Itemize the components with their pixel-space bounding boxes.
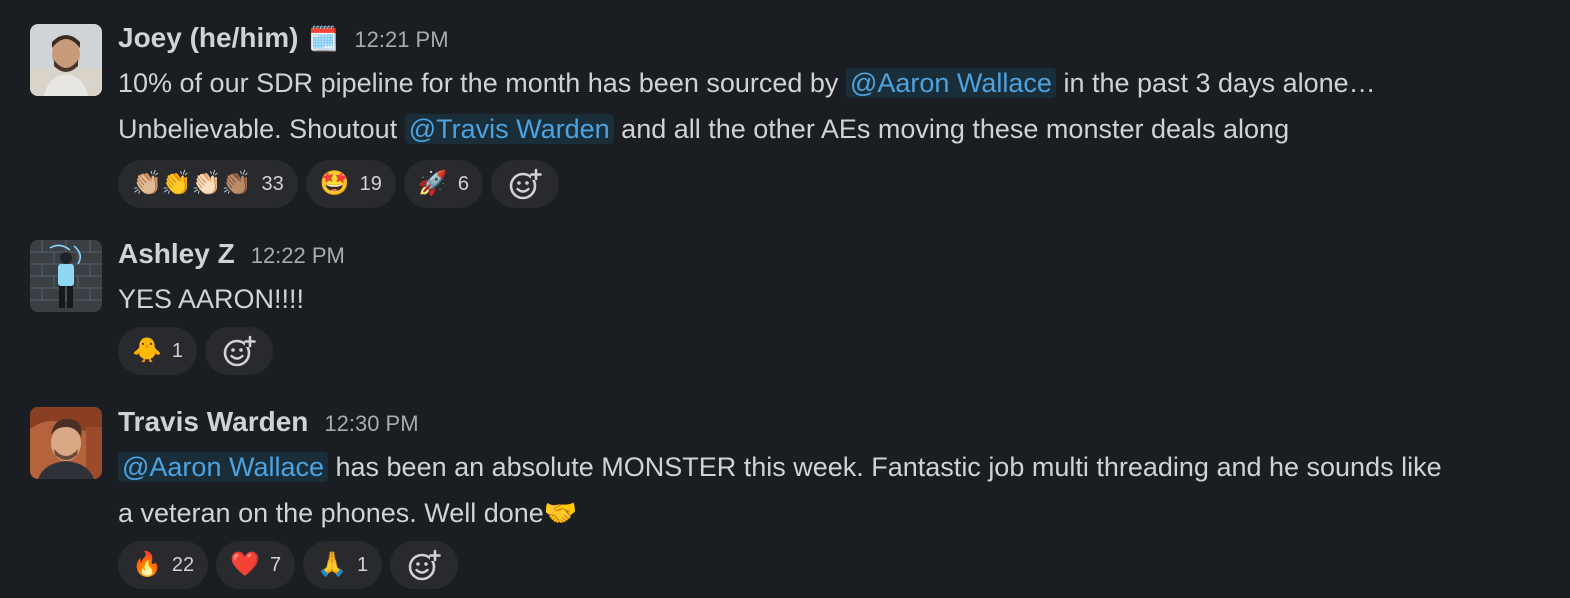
fire-emoji-icon: 🔥 <box>132 551 162 578</box>
mention-aaron-wallace[interactable]: @Aaron Wallace <box>118 452 328 482</box>
add-reaction-button[interactable] <box>390 541 459 589</box>
reactions-bar: 👏🏼👏👏🏻👏🏽 33 🤩 19 🚀 6 <box>118 160 559 208</box>
avatar[interactable] <box>30 407 102 479</box>
text-segment: 10% of our SDR pipeline for the month ha… <box>118 68 846 98</box>
reaction-count: 33 <box>261 172 284 195</box>
author-name[interactable]: Ashley Z <box>118 238 235 270</box>
text-segment: in the past 3 days alone… <box>1055 68 1376 98</box>
reaction-count: 1 <box>357 553 369 576</box>
reaction-salute[interactable]: 🙏 1 <box>303 541 383 589</box>
message-text: 10% of our SDR pipeline for the month ha… <box>118 60 1558 152</box>
reactions-bar: 🔥 22 ❤️ 7 🙏 1 <box>118 541 459 589</box>
mention-travis-warden[interactable]: @Travis Warden <box>404 114 614 144</box>
clap-emoji-icon: 👏🏼👏👏🏻👏🏽 <box>132 170 252 197</box>
reaction-heart[interactable]: ❤️ 7 <box>216 541 296 589</box>
message-text: @Aaron Wallace has been an absolute MONS… <box>118 444 1558 536</box>
rocket-emoji-icon: 🚀 <box>417 170 448 197</box>
reaction-count: 19 <box>359 172 382 195</box>
message-text: YES AARON!!!! <box>118 276 1558 322</box>
text-segment: a veteran on the phones. Well done🤝 <box>118 498 578 528</box>
reaction-clap[interactable]: 👏🏼👏👏🏻👏🏽 33 <box>118 160 298 208</box>
add-reaction-icon <box>223 335 257 367</box>
author-name[interactable]: Joey (he/him) <box>118 22 298 54</box>
add-reaction-button[interactable] <box>490 160 559 208</box>
star-struck-emoji-icon: 🤩 <box>319 170 350 197</box>
reaction-count: 7 <box>270 553 282 576</box>
avatar[interactable] <box>30 24 102 96</box>
timestamp[interactable]: 12:21 PM <box>354 27 448 53</box>
chick-emoji-icon: 🐥 <box>132 337 162 364</box>
reaction-rocket[interactable]: 🚀 6 <box>403 160 483 208</box>
reaction-star-struck[interactable]: 🤩 19 <box>305 160 396 208</box>
reaction-fire[interactable]: 🔥 22 <box>118 541 209 589</box>
add-reaction-button[interactable] <box>205 327 274 375</box>
timestamp[interactable]: 12:30 PM <box>324 411 418 437</box>
timestamp[interactable]: 12:22 PM <box>251 243 345 269</box>
message-feed: Joey (he/him) 🗓️ 12:21 PM 10% of our SDR… <box>0 0 1570 598</box>
salute-emoji-icon: 🙏 <box>317 551 348 578</box>
add-reaction-icon <box>509 168 542 200</box>
calendar-icon: 🗓️ <box>308 26 339 53</box>
reaction-count: 1 <box>171 339 184 362</box>
reaction-count: 6 <box>457 172 469 195</box>
text-segment: has been an absolute MONSTER this week. … <box>328 452 1442 482</box>
reactions-bar: 🐥 1 <box>118 327 274 375</box>
heart-emoji-icon: ❤️ <box>230 551 261 578</box>
avatar[interactable] <box>30 240 102 312</box>
mention-aaron-wallace[interactable]: @Aaron Wallace <box>845 68 1056 98</box>
reaction-count: 22 <box>171 553 195 576</box>
text-segment: and all the other AEs moving these monst… <box>613 114 1290 144</box>
text-segment: Unbelievable. Shoutout <box>118 114 405 144</box>
text-segment: YES AARON!!!! <box>118 284 305 314</box>
author-name[interactable]: Travis Warden <box>118 406 308 438</box>
reaction-chick[interactable]: 🐥 1 <box>118 327 198 375</box>
add-reaction-icon <box>408 549 442 581</box>
